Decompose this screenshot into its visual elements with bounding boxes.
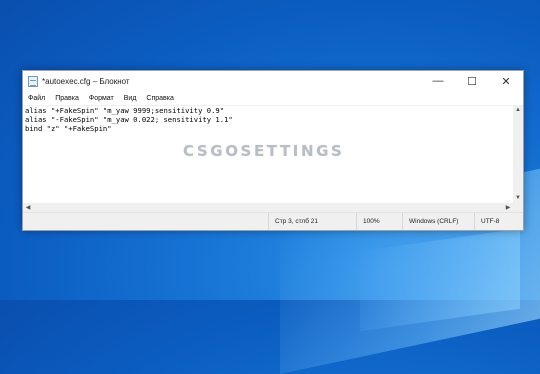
menu-bar: Файл Правка Формат Вид Справка — [23, 91, 523, 106]
close-button[interactable]: ✕ — [489, 71, 523, 91]
status-bar: Стр 3, стлб 21 100% Windows (CRLF) UTF-8 — [23, 212, 523, 230]
status-zoom: 100% — [356, 213, 402, 230]
vertical-scrollbar[interactable]: ▲ ▼ — [513, 105, 523, 203]
menu-view[interactable]: Вид — [124, 95, 137, 102]
editor-line: bind "z" "+FakeSpin" — [25, 124, 112, 133]
menu-format[interactable]: Формат — [89, 95, 114, 102]
notepad-icon — [28, 75, 38, 87]
scroll-up-icon[interactable]: ▲ — [513, 105, 523, 115]
menu-help[interactable]: Справка — [146, 95, 173, 102]
menu-file[interactable]: Файл — [28, 95, 45, 102]
window-title: *autoexec.cfg – Блокнот — [42, 76, 130, 86]
title-bar[interactable]: *autoexec.cfg – Блокнот — ☐ ✕ — [23, 71, 523, 91]
scroll-down-icon[interactable]: ▼ — [513, 193, 523, 203]
menu-edit[interactable]: Правка — [55, 95, 79, 102]
status-encoding: UTF-8 — [474, 213, 523, 230]
maximize-button[interactable]: ☐ — [455, 71, 489, 91]
minimize-button[interactable]: — — [421, 71, 455, 91]
watermark-text: CSGOSETTINGS — [183, 142, 345, 160]
editor-line: alias "-FakeSpin" "m_yaw 0.022; sensitiv… — [25, 115, 233, 124]
status-line-endings: Windows (CRLF) — [402, 213, 474, 230]
status-cursor-position: Стр 3, стлб 21 — [268, 213, 356, 230]
editor-line: alias "+FakeSpin" "m_yaw 9999;sensitivit… — [25, 106, 225, 115]
